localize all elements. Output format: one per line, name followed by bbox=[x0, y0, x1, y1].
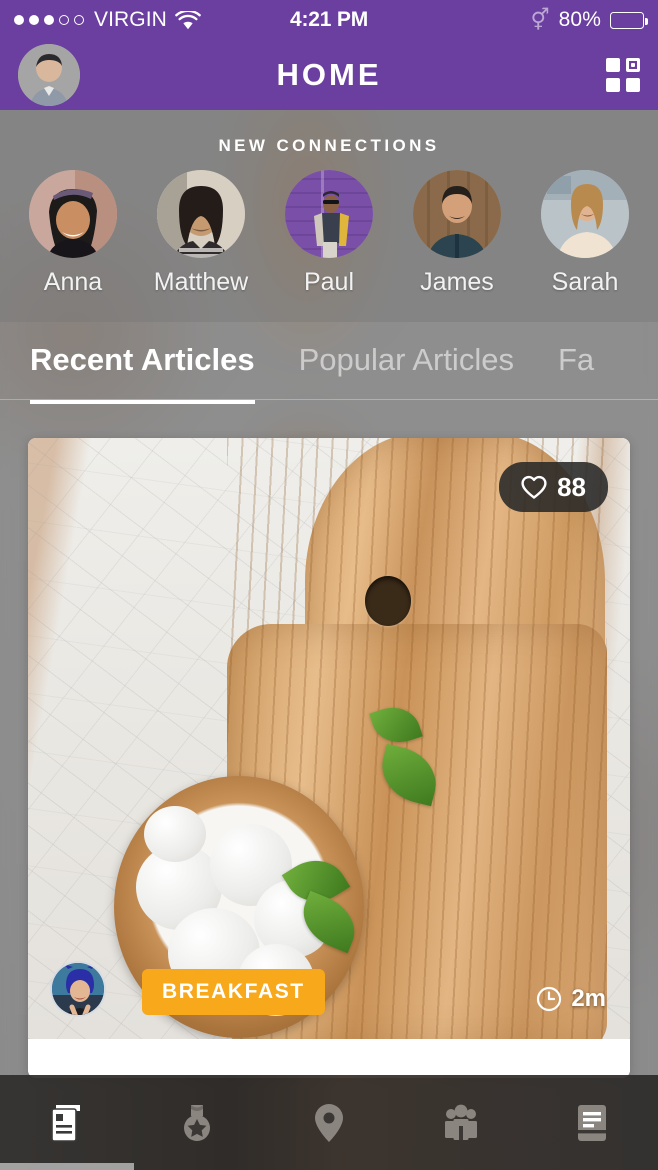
bottom-nav-location[interactable] bbox=[263, 1075, 395, 1170]
like-badge[interactable]: 88 bbox=[499, 462, 608, 512]
connection-avatar[interactable] bbox=[541, 170, 629, 258]
article-photo: 88 BREAKFAST 2m bbox=[28, 438, 630, 1039]
connection-item[interactable]: Matthew bbox=[146, 170, 256, 297]
category-badge[interactable]: BREAKFAST bbox=[142, 969, 325, 1015]
tab-label: Recent Articles bbox=[30, 342, 255, 377]
timestamp-badge: 2m bbox=[536, 985, 606, 1013]
connection-name: Anna bbox=[43, 268, 103, 296]
connection-name: Matthew bbox=[153, 268, 249, 296]
battery-percent-label: 80% bbox=[558, 8, 601, 31]
section-title: NEW CONNECTIONS bbox=[218, 136, 440, 155]
tabs-row[interactable]: Recent Articles Popular Articles Fa bbox=[0, 322, 658, 404]
tab-favorites[interactable]: Fa bbox=[558, 342, 594, 404]
tab-recent-articles[interactable]: Recent Articles bbox=[30, 342, 255, 404]
bottom-nav-messages[interactable] bbox=[526, 1075, 658, 1170]
clock-label: 4:21 PM bbox=[290, 8, 368, 31]
connection-avatar[interactable] bbox=[29, 170, 117, 258]
status-bar: VIRGIN 4:21 PM ⚥ 80% bbox=[0, 0, 658, 40]
connection-name: Sarah bbox=[551, 268, 619, 296]
connection-item[interactable]: Sarah bbox=[530, 170, 640, 297]
message-card-icon bbox=[578, 1104, 607, 1141]
carrier-label: VIRGIN bbox=[94, 8, 167, 31]
people-group-icon bbox=[444, 1104, 477, 1140]
connection-item[interactable]: Anna bbox=[18, 170, 128, 297]
bottom-navigation[interactable] bbox=[0, 1075, 658, 1170]
connection-avatar[interactable] bbox=[285, 170, 373, 258]
wifi-icon bbox=[175, 10, 201, 29]
tab-active-indicator bbox=[30, 400, 255, 404]
article-filter-tabs[interactable]: Recent Articles Popular Articles Fa bbox=[0, 322, 658, 422]
heart-icon bbox=[521, 475, 547, 499]
avatar[interactable] bbox=[18, 44, 80, 106]
connections-list[interactable]: Anna Matthew Paul James Sarah bbox=[0, 156, 658, 297]
bluetooth-icon: ⚥ bbox=[530, 8, 550, 32]
scroll-indicator bbox=[0, 1163, 134, 1170]
board-hole bbox=[365, 576, 412, 626]
bottom-nav-people[interactable] bbox=[395, 1075, 527, 1170]
connection-name: James bbox=[420, 268, 494, 296]
new-connections-section: NEW CONNECTIONS Anna Matthew Paul James … bbox=[0, 110, 658, 322]
connection-name: Paul bbox=[303, 268, 355, 296]
time-ago-label: 2m bbox=[571, 985, 606, 1012]
bottom-nav-awards[interactable] bbox=[132, 1075, 264, 1170]
connection-item[interactable]: Paul bbox=[274, 170, 384, 297]
article-card[interactable]: 88 BREAKFAST 2m bbox=[28, 438, 630, 1078]
poster-avatar[interactable] bbox=[50, 961, 106, 1017]
tab-label: Popular Articles bbox=[298, 342, 514, 377]
connection-avatar[interactable] bbox=[157, 170, 245, 258]
location-pin-icon bbox=[314, 1103, 343, 1142]
bottom-nav-articles[interactable] bbox=[0, 1075, 132, 1170]
award-star-icon bbox=[184, 1104, 211, 1141]
status-bar-right: ⚥ 80% bbox=[368, 8, 658, 32]
like-count: 88 bbox=[557, 471, 586, 502]
grid-menu-icon[interactable] bbox=[606, 58, 640, 92]
article-card-body bbox=[28, 1039, 630, 1078]
page-title: HOME bbox=[276, 57, 382, 92]
signal-strength-icon bbox=[14, 15, 84, 25]
app-header: HOME bbox=[0, 40, 658, 110]
tab-label: Fa bbox=[557, 342, 595, 377]
battery-icon bbox=[610, 11, 648, 29]
articles-icon bbox=[50, 1104, 80, 1142]
tab-popular-articles[interactable]: Popular Articles bbox=[299, 342, 514, 404]
clock-icon bbox=[537, 986, 562, 1012]
connection-avatar[interactable] bbox=[413, 170, 501, 258]
connection-item[interactable]: James bbox=[402, 170, 512, 297]
status-bar-left: VIRGIN bbox=[0, 8, 290, 32]
